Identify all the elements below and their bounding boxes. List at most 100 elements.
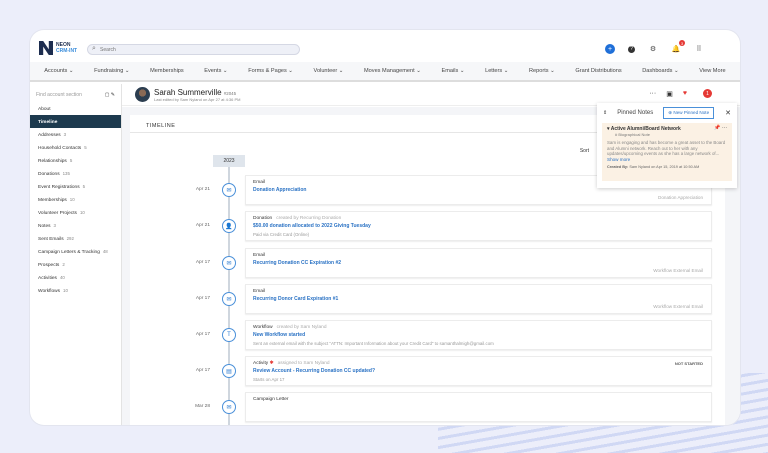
- entry-card[interactable]: Activity ✱ assigned to Sam Nyland Review …: [245, 356, 712, 386]
- nav-item[interactable]: Letters ⌄: [485, 68, 508, 74]
- entry-date: Apr 17: [195, 296, 210, 301]
- entry-card[interactable]: Campaign Letter: [245, 392, 712, 422]
- sidebar-item-count: 135: [62, 171, 70, 176]
- nav-item[interactable]: View More: [699, 68, 725, 74]
- sidebar-item[interactable]: Notes 3: [30, 219, 121, 232]
- sidebar-item[interactable]: Sent Emails 292: [30, 232, 121, 245]
- sidebar-item[interactable]: Workflows 10: [30, 284, 121, 297]
- nav-item[interactable]: Grant Distributions: [575, 68, 621, 74]
- letter-icon: ✉: [222, 400, 236, 414]
- sidebar-item-label: Household Contacts: [38, 146, 82, 151]
- donation-icon: 👤: [222, 219, 236, 233]
- entry-subtext: Starts on Apr 17: [253, 377, 285, 382]
- heart-icon[interactable]: ♥: [683, 90, 687, 97]
- profile-name: Sarah Summerville #2045: [154, 88, 236, 97]
- edit-icon[interactable]: ▢ ✎: [105, 92, 115, 98]
- year-badge: 2023: [213, 155, 245, 167]
- entry-date: Apr 17: [195, 332, 210, 337]
- new-pinned-note-button[interactable]: ⊕ New Pinned Note: [663, 107, 715, 119]
- top-bar: NEONCRM-INT Search + ? ⚙ 🔔3 ⠿: [30, 30, 740, 62]
- entry-meta: created by Recurring Donation: [276, 216, 342, 221]
- notifications-icon[interactable]: 🔔 3: [671, 40, 685, 54]
- entry-title-link[interactable]: New Workflow started: [253, 332, 704, 338]
- nav-item[interactable]: Memberships: [150, 68, 184, 74]
- workflow-icon: T: [222, 328, 236, 342]
- sidebar-item-label: Sent Emails: [38, 237, 64, 242]
- sidebar-item-count: 5: [69, 158, 73, 163]
- entry-meta: created by Sam Nyland: [276, 325, 327, 330]
- timeline-entry: Apr 21 👤 Donation created by Recurring Do…: [130, 211, 712, 241]
- gear-icon[interactable]: ⚙: [648, 44, 658, 54]
- nav-item[interactable]: Accounts ⌄: [44, 68, 73, 74]
- nav-item[interactable]: Emails ⌄: [441, 68, 464, 74]
- nav-item[interactable]: Volunteer ⌄: [314, 68, 344, 74]
- alert-icon: ✱: [268, 361, 274, 366]
- sidebar-item-label: Volunteer Projects: [38, 211, 77, 216]
- global-search-input[interactable]: Search: [87, 44, 300, 55]
- help-icon[interactable]: ?: [628, 45, 635, 53]
- entry-title-link[interactable]: Recurring Donation CC Expiration #2: [253, 260, 704, 266]
- nav-item[interactable]: Dashboards ⌄: [642, 68, 678, 74]
- entry-meta: assigned to Sam Nyland: [277, 361, 330, 366]
- sidebar-item-label: Prospects: [38, 263, 60, 268]
- entry-card[interactable]: Email Recurring Donation CC Expiration #…: [245, 248, 712, 278]
- sidebar-item-count: 5: [82, 184, 86, 189]
- sidebar-item[interactable]: Campaign Letters & Tracking 48: [30, 245, 121, 258]
- sort-control[interactable]: Sort: [580, 148, 589, 154]
- sidebar-item-label: Memberships: [38, 198, 67, 203]
- show-more-link[interactable]: Show more: [607, 157, 727, 162]
- new-pinned-note-label: New Pinned Note: [673, 110, 710, 115]
- pin-icon[interactable]: 📌 ···: [714, 125, 727, 131]
- nav-item[interactable]: Forms & Pages ⌄: [248, 68, 293, 74]
- card-icon[interactable]: ▣: [666, 90, 673, 98]
- sidebar-item-count: 3: [63, 132, 67, 137]
- sidebar-item-count: 10: [79, 210, 85, 215]
- nav-item[interactable]: Events ⌄: [204, 68, 227, 74]
- logo[interactable]: NEON CRM-INT: [39, 41, 77, 55]
- sidebar-item[interactable]: Memberships 10: [30, 193, 121, 206]
- sidebar-item-label: Event Registrations: [38, 185, 80, 190]
- sidebar-item[interactable]: Timeline: [30, 115, 121, 128]
- entry-date: Apr 21: [195, 187, 210, 192]
- last-edited: Last edited by Sam Nyland on Apr 27 at 4…: [154, 97, 241, 102]
- sidebar-item-label: Campaign Letters & Tracking: [38, 250, 100, 255]
- sidebar-item[interactable]: Household Contacts 5: [30, 141, 121, 154]
- find-section-input[interactable]: Find account section ▢ ✎: [36, 92, 121, 102]
- sidebar-item[interactable]: Volunteer Projects 10: [30, 206, 121, 219]
- entry-tag: Workflow External Email: [653, 268, 703, 273]
- apps-grid-icon[interactable]: ⠿: [694, 44, 704, 54]
- nav-item[interactable]: Reports ⌄: [529, 68, 555, 74]
- email-icon: ✉: [222, 256, 236, 270]
- created-label: Created By:: [607, 164, 629, 169]
- entry-title-link[interactable]: Recurring Donor Card Expiration #1: [253, 296, 704, 302]
- email-icon: ✉: [222, 183, 236, 197]
- more-icon[interactable]: ···: [649, 90, 656, 97]
- sidebar-item[interactable]: Prospects 2: [30, 258, 121, 271]
- sidebar-item[interactable]: Donations 135: [30, 167, 121, 180]
- timeline-entry: Apr 17 T Workflow created by Sam Nyland N…: [130, 320, 712, 350]
- entry-card[interactable]: Donation created by Recurring Donation $5…: [245, 211, 712, 241]
- nav-item[interactable]: Moves Management ⌄: [364, 68, 421, 74]
- sidebar-item[interactable]: Relationships 5: [30, 154, 121, 167]
- entry-type: Email: [253, 289, 265, 294]
- entry-type: Email: [253, 180, 265, 185]
- sidebar-item[interactable]: Activities 40: [30, 271, 121, 284]
- sidebar-item[interactable]: About: [30, 102, 121, 115]
- alert-badge[interactable]: 1: [703, 89, 712, 98]
- sidebar-item[interactable]: Addresses 3: [30, 128, 121, 141]
- entry-title-link[interactable]: Review Account - Recurring Donation CC u…: [253, 368, 704, 374]
- entry-type: Donation: [253, 216, 273, 221]
- sidebar-item-count: 5: [84, 145, 87, 150]
- entry-card[interactable]: Workflow created by Sam Nyland New Workfl…: [245, 320, 712, 350]
- close-icon[interactable]: ✕: [725, 109, 731, 117]
- entry-type: Workflow: [253, 325, 273, 330]
- sidebar-item[interactable]: Event Registrations 5: [30, 180, 121, 193]
- sidebar-item-label: Activities: [38, 276, 57, 281]
- sidebar-item-label: Addresses: [38, 133, 61, 138]
- entry-card[interactable]: Email Recurring Donor Card Expiration #1…: [245, 284, 712, 314]
- drag-icon[interactable]: ⇕: [603, 110, 607, 116]
- nav-item[interactable]: Fundraising ⌄: [94, 68, 129, 74]
- account-id: #2045: [223, 91, 237, 96]
- add-icon[interactable]: +: [605, 44, 615, 54]
- entry-title-link[interactable]: $50.00 donation allocated to 2022 Giving…: [253, 223, 704, 229]
